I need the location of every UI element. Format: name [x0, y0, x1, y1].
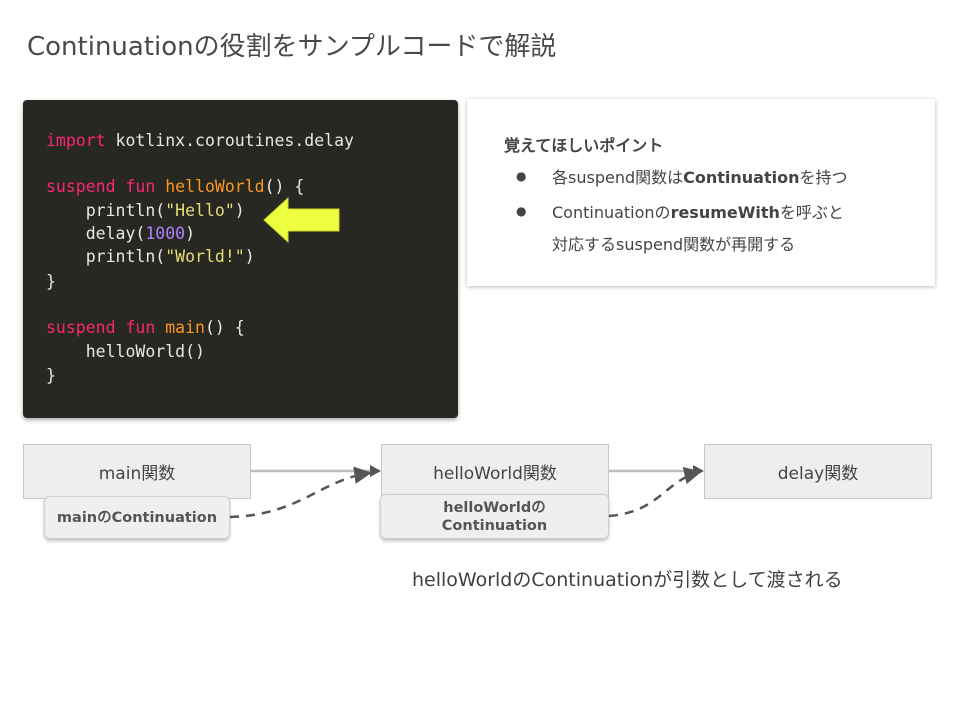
helloworld-function-box: helloWorld関数: [381, 444, 609, 499]
continuation-arrow-main: [229, 466, 372, 519]
continuation-arrow-hello: [608, 466, 702, 518]
diagram-caption: helloWorldのContinuationが引数として渡される: [412, 569, 843, 591]
delay-function-box: delay関数: [704, 444, 932, 499]
call-arrowhead: [693, 465, 704, 477]
flow-connectors: [229, 465, 704, 519]
main-continuation-box: mainのContinuation: [44, 496, 230, 539]
helloworld-continuation-line2: Continuation: [441, 517, 548, 534]
helloworld-continuation-box: helloWorldの Continuation: [380, 494, 609, 539]
call-arrowhead: [370, 465, 381, 477]
helloworld-continuation-line1: helloWorldの: [443, 499, 546, 516]
main-function-box: main関数: [23, 444, 251, 499]
